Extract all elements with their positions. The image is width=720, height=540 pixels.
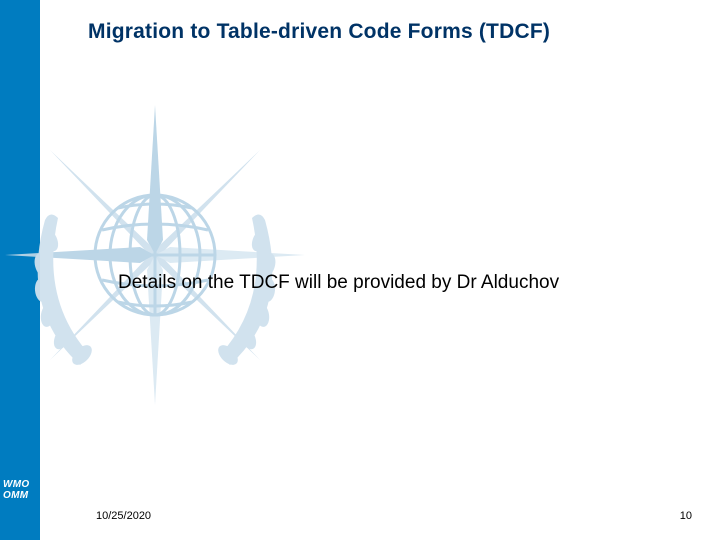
sidebar-accent xyxy=(0,0,40,540)
footer-date: 10/25/2020 xyxy=(96,510,151,522)
wmo-logo: WMO OMM xyxy=(0,476,40,504)
footer-page-number: 10 xyxy=(680,510,692,522)
slide-body-text: Details on the TDCF will be provided by … xyxy=(118,272,559,294)
slide-title: Migration to Table-driven Code Forms (TD… xyxy=(88,20,550,44)
wmo-emblem-watermark xyxy=(0,90,320,420)
wmo-logo-line1: WMO xyxy=(3,479,29,490)
slide: Migration to Table-driven Code Forms (TD… xyxy=(0,0,720,540)
wmo-logo-line2: OMM xyxy=(3,490,28,501)
